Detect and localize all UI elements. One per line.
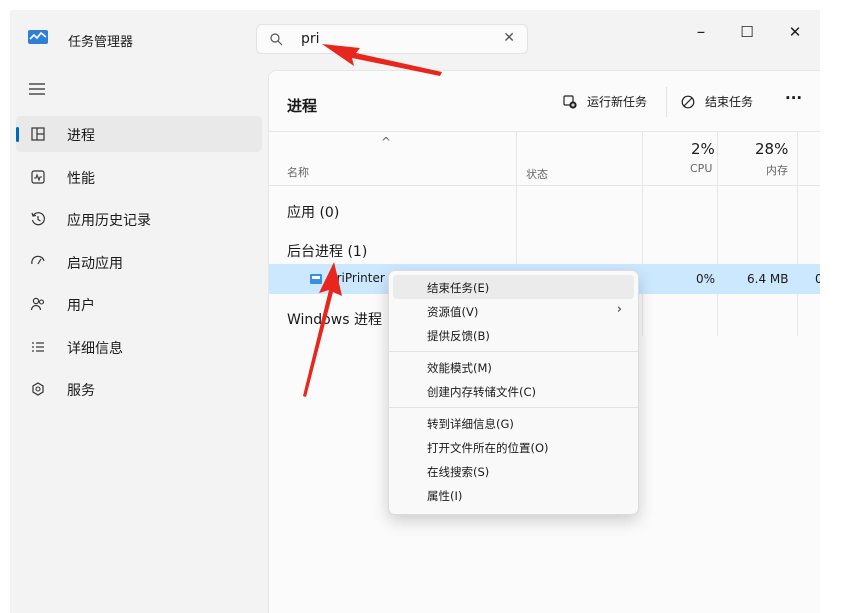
services-icon (32, 382, 44, 396)
menu-item-label: 打开文件所在的位置(O) (427, 441, 549, 455)
menu-item-end-task[interactable]: 结束任务(E) (393, 275, 634, 299)
menu-item-label: 资源值(V) (427, 305, 479, 319)
column-divider (642, 131, 643, 336)
menu-item-create-dump[interactable]: 创建内存转储文件(C) (393, 379, 634, 403)
users-icon (30, 297, 45, 311)
minimize-button[interactable]: – (686, 18, 716, 46)
menu-item-label: 在线搜索(S) (427, 465, 490, 479)
menu-item-efficiency-mode[interactable]: 效能模式(M) (393, 355, 634, 379)
menu-item-resource-values[interactable]: 资源值(V) › (393, 299, 634, 323)
details-icon (32, 342, 44, 352)
sidebar-item-label: 用户 (67, 298, 95, 314)
title-bar: 任务管理器 pri ✕ – ☐ ✕ (10, 10, 820, 66)
column-header-divider (269, 185, 820, 186)
group-apps[interactable]: 应用 (0) (287, 202, 339, 222)
app-history-icon (31, 212, 45, 226)
close-button[interactable]: ✕ (780, 18, 810, 46)
sidebar-item-label: 进程 (67, 128, 95, 144)
end-task-icon (681, 95, 695, 109)
group-windows-processes[interactable]: Windows 进程 (287, 309, 382, 329)
maximize-button[interactable]: ☐ (732, 18, 762, 46)
page-title: 进程 (287, 97, 318, 115)
sidebar-item-services[interactable]: 服务 (16, 371, 262, 407)
menu-item-label: 转到详细信息(G) (427, 417, 514, 431)
sidebar-item-details[interactable]: 详细信息 (16, 329, 262, 365)
sidebar-item-label: 详细信息 (67, 341, 123, 357)
column-divider (717, 131, 718, 336)
menu-item-properties[interactable]: 属性(I) (393, 483, 634, 507)
sidebar-item-performance[interactable]: 性能 (16, 159, 262, 195)
sort-indicator-icon: ^ (381, 135, 392, 149)
clear-search-icon[interactable]: ✕ (503, 30, 515, 46)
active-indicator (16, 127, 19, 142)
process-cpu: 0% (696, 272, 716, 286)
performance-icon (31, 170, 45, 184)
group-background-processes[interactable]: 后台进程 (1) (287, 241, 367, 261)
context-menu: 结束任务(E) 资源值(V) › 提供反馈(B) 效能模式(M) 创建内存转储文… (388, 270, 639, 515)
run-new-task-icon (563, 95, 577, 109)
menu-item-label: 属性(I) (427, 489, 463, 503)
toolbar-divider (666, 87, 667, 117)
search-box[interactable]: pri ✕ (256, 24, 528, 54)
startup-apps-icon (31, 255, 45, 265)
column-header-cpu[interactable]: CPU (690, 162, 712, 175)
menu-item-label: 创建内存转储文件(C) (427, 385, 537, 399)
processes-icon (31, 127, 45, 141)
app-title: 任务管理器 (68, 35, 134, 50)
menu-item-feedback[interactable]: 提供反馈(B) (393, 323, 634, 347)
task-manager-window: 任务管理器 pri ✕ – ☐ ✕ 进程 性能 应用历史记录 启动应用 用户 详… (10, 10, 820, 613)
search-icon (270, 33, 283, 46)
cpu-total-value: 2% (691, 140, 715, 158)
sidebar-item-label: 性能 (67, 171, 95, 187)
run-new-task-button[interactable]: 运行新任务 (587, 93, 647, 110)
column-header-memory[interactable]: 内存 (766, 162, 788, 178)
memory-total-value: 28% (755, 140, 789, 158)
search-input[interactable]: pri (301, 31, 320, 47)
menu-item-label: 结束任务(E) (427, 281, 490, 295)
sidebar-item-app-history[interactable]: 应用历史记录 (16, 201, 262, 237)
more-options-icon[interactable]: ··· (785, 89, 802, 107)
priprinter-app-icon (310, 274, 322, 284)
hamburger-menu-icon[interactable] (28, 82, 46, 96)
menu-item-label: 效能模式(M) (427, 361, 492, 375)
end-task-button[interactable]: 结束任务 (705, 93, 753, 110)
header-divider (269, 131, 820, 132)
menu-separator (389, 407, 638, 408)
column-header-name[interactable]: 名称 (287, 164, 309, 180)
sidebar-item-users[interactable]: 用户 (16, 286, 262, 322)
sidebar-item-label: 启动应用 (67, 256, 123, 272)
menu-item-search-online[interactable]: 在线搜索(S) (393, 459, 634, 483)
sidebar-item-label: 应用历史记录 (67, 213, 151, 229)
process-disk: 0 (815, 272, 820, 286)
chevron-right-icon: › (616, 302, 622, 317)
sidebar-item-processes[interactable]: 进程 (16, 116, 262, 152)
menu-item-open-file-location[interactable]: 打开文件所在的位置(O) (393, 435, 634, 459)
process-name: priPrinter (329, 271, 385, 285)
menu-item-label: 提供反馈(B) (427, 329, 490, 343)
column-header-status[interactable]: 状态 (526, 166, 548, 182)
sidebar-item-label: 服务 (67, 383, 95, 399)
process-memory: 6.4 MB (747, 272, 789, 286)
task-manager-logo-icon (28, 30, 48, 44)
column-divider (797, 131, 798, 336)
sidebar-item-startup-apps[interactable]: 启动应用 (16, 244, 262, 280)
menu-separator (389, 351, 638, 352)
menu-item-go-to-details[interactable]: 转到详细信息(G) (393, 411, 634, 435)
